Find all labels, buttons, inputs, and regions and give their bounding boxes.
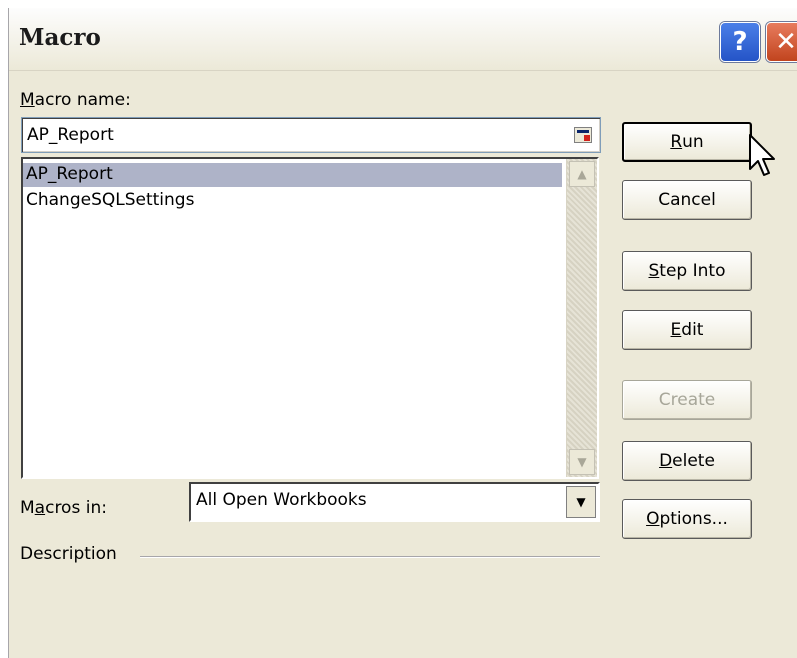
macro-name-value: AP_Report [27, 125, 114, 145]
cancel-button[interactable]: Cancel [622, 180, 752, 220]
chevron-down-icon: ▼ [576, 495, 586, 509]
help-button[interactable]: ? [720, 22, 760, 62]
macro-list[interactable]: AP_Report ChangeSQLSettings ▲ ▼ [21, 157, 599, 479]
chevron-up-icon: ▲ [577, 167, 587, 181]
close-icon: ✕ [775, 27, 797, 57]
close-button[interactable]: ✕ [766, 22, 797, 62]
macro-name-label: Macro name: [20, 90, 131, 110]
options-button[interactable]: Options... [622, 499, 752, 539]
scroll-up-button[interactable]: ▲ [569, 161, 595, 187]
collapse-dialog-icon[interactable] [574, 127, 592, 143]
macros-in-value: All Open Workbooks [196, 490, 367, 510]
run-button[interactable]: Run [622, 122, 752, 162]
dropdown-button[interactable]: ▼ [566, 486, 596, 518]
description-label: Description [20, 544, 117, 564]
question-icon: ? [732, 27, 748, 57]
list-item-ap-report[interactable]: AP_Report [23, 163, 562, 187]
delete-button[interactable]: Delete [622, 441, 752, 481]
macros-in-select[interactable]: All Open Workbooks ▼ [189, 482, 600, 522]
description-divider [140, 556, 600, 558]
list-item-changesqlsettings[interactable]: ChangeSQLSettings [23, 189, 194, 213]
title-bar: Macro ? ✕ [9, 8, 797, 71]
list-scrollbar[interactable]: ▲ ▼ [566, 159, 597, 477]
edit-button[interactable]: Edit [622, 310, 752, 350]
create-button: Create [622, 380, 752, 420]
step-into-button[interactable]: Step Into [622, 251, 752, 291]
dialog-title: Macro [19, 24, 101, 51]
macros-in-label: Macros in: [20, 498, 107, 518]
scroll-down-button[interactable]: ▼ [569, 449, 595, 475]
mouse-cursor-icon [749, 134, 775, 176]
chevron-down-icon: ▼ [577, 455, 587, 469]
macro-name-input[interactable]: AP_Report [21, 117, 601, 153]
